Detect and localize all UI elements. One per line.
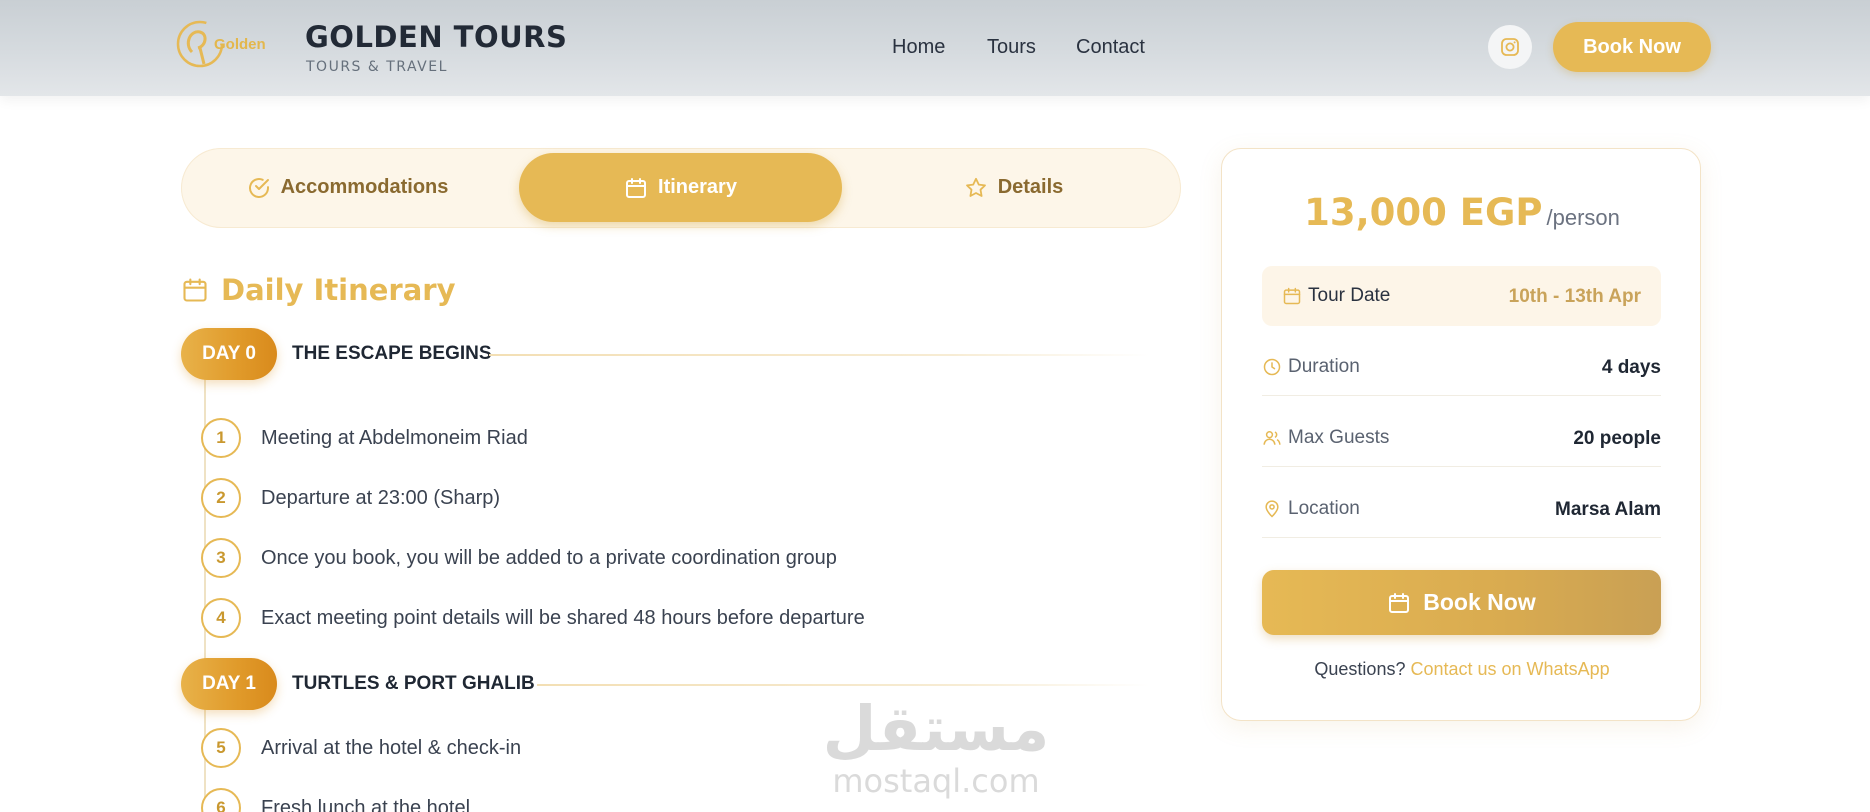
step-number: 5 bbox=[201, 728, 241, 768]
star-icon bbox=[965, 177, 986, 197]
clock-icon bbox=[1263, 358, 1281, 376]
calendar-icon bbox=[183, 278, 207, 302]
header-book-now-button[interactable]: Book Now bbox=[1553, 22, 1711, 72]
calendar-icon bbox=[626, 177, 647, 198]
duration-label: Duration bbox=[1262, 356, 1360, 378]
day-title: TURTLES & PORT GHALIB bbox=[292, 673, 535, 694]
day-badge: DAY 1 bbox=[181, 658, 277, 710]
itinerary-step: 1 Meeting at Abdelmoneim Riad bbox=[201, 418, 1101, 458]
duration-value: 4 days bbox=[1601, 357, 1661, 378]
section-title-text: Daily Itinerary bbox=[221, 273, 456, 307]
step-number: 1 bbox=[201, 418, 241, 458]
max-guests-row: Max Guests 20 people bbox=[1262, 419, 1661, 467]
tab-accommodations[interactable]: Accommodations bbox=[186, 153, 509, 222]
nav-home[interactable]: Home bbox=[892, 36, 945, 59]
price-amount: 13,000 EGP bbox=[1304, 191, 1543, 234]
nav-contact[interactable]: Contact bbox=[1076, 36, 1145, 59]
divider bbox=[489, 354, 1149, 356]
price-unit: /person bbox=[1546, 205, 1620, 230]
watermark-arabic: مستقل bbox=[826, 692, 1046, 765]
step-text: Departure at 23:00 (Sharp) bbox=[261, 487, 501, 509]
step-text: Once you book, you will be added to a pr… bbox=[261, 547, 837, 569]
calendar-icon bbox=[1389, 592, 1410, 613]
tab-label: Itinerary bbox=[658, 176, 737, 198]
max-guests-label: Max Guests bbox=[1262, 427, 1389, 449]
logo-text: Golden bbox=[214, 36, 266, 53]
step-number: 6 bbox=[201, 788, 241, 812]
logo[interactable]: Golden bbox=[170, 14, 270, 78]
location-label: Location bbox=[1262, 498, 1360, 520]
step-number: 2 bbox=[201, 478, 241, 518]
duration-label-text: Duration bbox=[1288, 356, 1360, 377]
tab-itinerary[interactable]: Itinerary bbox=[519, 153, 842, 222]
instagram-button[interactable] bbox=[1488, 25, 1532, 69]
tab-label: Accommodations bbox=[280, 176, 449, 198]
tour-date-value: 10th - 13th Apr bbox=[1508, 286, 1641, 307]
tour-date-box: Tour Date 10th - 13th Apr bbox=[1262, 266, 1661, 326]
questions-line: Questions? Contact us on WhatsApp bbox=[1222, 659, 1702, 680]
itinerary-step: 3 Once you book, you will be added to a … bbox=[201, 538, 1101, 578]
tour-date-label-text: Tour Date bbox=[1308, 285, 1391, 306]
brand-title: GOLDEN TOURS bbox=[305, 20, 568, 54]
tour-date-label: Tour Date bbox=[1282, 285, 1390, 307]
check-circle-icon bbox=[248, 177, 269, 198]
daily-itinerary-heading: Daily Itinerary bbox=[181, 270, 456, 310]
map-pin-icon bbox=[1265, 500, 1279, 518]
step-text: Arrival at the hotel & check-in bbox=[261, 737, 522, 759]
book-now-label: Book Now bbox=[1423, 589, 1536, 615]
watermark-logo-icon: مستقل bbox=[823, 692, 1050, 765]
itinerary-step: 2 Departure at 23:00 (Sharp) bbox=[201, 478, 1101, 518]
day-header: DAY 0 THE ESCAPE BEGINS bbox=[181, 328, 1151, 380]
itinerary-step: 4 Exact meeting point details will be sh… bbox=[201, 598, 1101, 638]
step-number: 4 bbox=[201, 598, 241, 638]
max-guests-label-text: Max Guests bbox=[1288, 427, 1390, 448]
users-icon bbox=[1263, 431, 1281, 445]
step-text: Fresh lunch at the hotel bbox=[261, 797, 471, 812]
instagram-icon bbox=[1501, 38, 1519, 56]
location-value: Marsa Alam bbox=[1555, 499, 1661, 520]
tour-tabs: Accommodations Itinerary Details bbox=[181, 148, 1181, 228]
day-badge: DAY 0 bbox=[181, 328, 277, 380]
step-text: Meeting at Abdelmoneim Riad bbox=[261, 427, 528, 449]
step-number: 3 bbox=[201, 538, 241, 578]
day-title: THE ESCAPE BEGINS bbox=[292, 343, 492, 364]
step-text: Exact meeting point details will be shar… bbox=[261, 607, 865, 629]
duration-row: Duration 4 days bbox=[1262, 348, 1661, 396]
divider bbox=[537, 684, 1149, 686]
location-row: Location Marsa Alam bbox=[1262, 490, 1661, 538]
watermark: مستقل mostaql.com bbox=[823, 692, 1050, 802]
price: 13,000 EGP/person bbox=[1222, 191, 1702, 234]
calendar-icon bbox=[1283, 287, 1301, 305]
booking-card: 13,000 EGP/person Tour Date 10th - 13th … bbox=[1221, 148, 1701, 721]
tab-details[interactable]: Details bbox=[852, 153, 1175, 222]
book-now-button[interactable]: Book Now bbox=[1262, 570, 1661, 635]
brand-subtitle: TOURS & TRAVEL bbox=[306, 59, 448, 75]
site-header: Golden GOLDEN TOURS TOURS & TRAVEL Home … bbox=[0, 0, 1870, 96]
whatsapp-link[interactable]: Contact us on WhatsApp bbox=[1410, 659, 1609, 679]
questions-text: Questions? bbox=[1314, 659, 1406, 679]
tab-label: Details bbox=[997, 176, 1064, 198]
nav-tours[interactable]: Tours bbox=[987, 36, 1036, 59]
watermark-text: mostaql.com bbox=[832, 762, 1040, 800]
max-guests-value: 20 people bbox=[1573, 428, 1661, 449]
location-label-text: Location bbox=[1288, 498, 1360, 519]
